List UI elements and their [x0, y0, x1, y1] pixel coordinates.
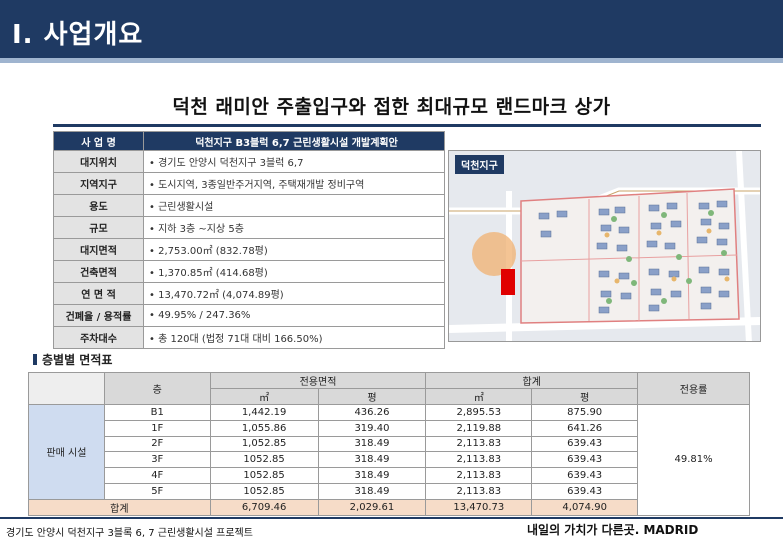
header-total: 합계	[425, 372, 639, 389]
slide-page: Ⅰ. 사업개요 덕천 래미안 주출입구와 접한 최대규모 랜드마크 상가 사 업…	[0, 0, 783, 541]
tot-py-cell: 639.43	[531, 482, 639, 500]
map-tag: 덕천지구	[455, 155, 504, 174]
tot-py-cell: 639.43	[531, 467, 639, 484]
ex-py-cell: 318.49	[317, 467, 427, 484]
info-head-row: 사 업 명 덕천지구 B3블럭 6,7 근린생활시설 개발계획안	[53, 131, 445, 151]
info-label: 용도	[53, 194, 144, 217]
area-section-title: 층별별 면적표	[33, 351, 112, 368]
total-label: 합계	[28, 498, 211, 516]
ex-py-cell: 436.26	[317, 404, 427, 421]
info-label: 주차대수	[53, 326, 144, 349]
info-label: 규모	[53, 216, 144, 239]
tot-py-cell: 641.26	[531, 419, 639, 437]
tot-sqm-cell: 2,895.53	[425, 404, 533, 421]
info-value: • 13,470.72㎡ (4,074.89평)	[143, 282, 445, 305]
tot-py-cell: 639.43	[531, 435, 639, 453]
project-info-table: 사 업 명 덕천지구 B3블럭 6,7 근린생활시설 개발계획안 대지위치 • …	[53, 131, 445, 349]
header-exclusive: 전용면적	[209, 372, 427, 389]
group-label: 판매 시설	[28, 404, 105, 500]
ratio-value: 49.81%	[637, 404, 750, 516]
info-row: 대지면적 • 2,753.00㎡ (832.78평)	[53, 238, 445, 261]
info-value: • 2,753.00㎡ (832.78평)	[143, 238, 445, 261]
tot-sqm-cell: 2,113.83	[425, 467, 533, 484]
header-sqm: ㎡	[209, 388, 319, 405]
ex-sqm-cell: 1,055.86	[209, 419, 319, 437]
header-sqm: ㎡	[425, 388, 533, 405]
info-row: 주차대수 • 총 120대 (법정 71대 대비 166.50%)	[53, 326, 445, 349]
floor-cell: 2F	[103, 435, 211, 453]
info-row: 건폐율 / 용적률 • 49.95% / 247.36%	[53, 304, 445, 327]
table-row: 판매 시설 B1 1,442.19 436.26 2,895.53 875.90…	[28, 404, 750, 516]
floor-cell: 4F	[103, 467, 211, 484]
floor-area-table: 층 전용면적 합계 전용률 ㎡ 평 ㎡ 평 판매 시설 B1 1,442.19 …	[28, 372, 750, 516]
section-bullet	[33, 354, 37, 365]
info-row: 건축면적 • 1,370.85㎡ (414.68평)	[53, 260, 445, 283]
ex-py-cell: 319.40	[317, 419, 427, 437]
ex-py-cell: 318.49	[317, 435, 427, 453]
ex-sqm-cell: 1052.85	[209, 482, 319, 500]
info-value: • 도시지역, 3종일반주거지역, 주택재개발 정비구역	[143, 172, 445, 195]
header-pyeong: 평	[531, 388, 639, 405]
tot-py-cell: 875.90	[531, 404, 639, 421]
tot-py-cell: 639.43	[531, 451, 639, 469]
headline-rule	[53, 124, 761, 127]
tot-sqm-cell: 2,119.88	[425, 419, 533, 437]
ex-sqm-cell: 1,442.19	[209, 404, 319, 421]
tot-sqm-cell: 2,113.83	[425, 435, 533, 453]
area-header-row: 층 전용면적 합계 전용률	[28, 372, 750, 405]
header-rule	[0, 58, 783, 63]
header-blank	[28, 372, 105, 405]
info-label: 사 업 명	[53, 131, 144, 151]
info-label: 건축면적	[53, 260, 144, 283]
headline: 덕천 래미안 주출입구와 접한 최대규모 랜드마크 상가	[172, 96, 611, 118]
site-plan-graphic	[449, 151, 760, 341]
project-site-marker	[501, 269, 515, 295]
ex-py-cell: 318.49	[317, 451, 427, 469]
info-value: 덕천지구 B3블럭 6,7 근린생활시설 개발계획안	[143, 131, 445, 151]
total-ex-py: 2,029.61	[317, 498, 427, 516]
ex-py-cell: 318.49	[317, 482, 427, 500]
info-row: 대지위치 • 경기도 안양시 덕천지구 3블럭 6,7	[53, 150, 445, 173]
total-tot-py: 4,074.90	[531, 498, 639, 516]
floor-cell: B1	[103, 404, 211, 421]
header-pyeong: 평	[317, 388, 427, 405]
section-title: Ⅰ. 사업개요	[12, 20, 144, 50]
total-tot-sqm: 13,470.73	[425, 498, 533, 516]
info-value: • 경기도 안양시 덕천지구 3블럭 6,7	[143, 150, 445, 173]
floor-cell: 5F	[103, 482, 211, 500]
info-label: 지역지구	[53, 172, 144, 195]
footer-project-name: 경기도 안양시 덕천지구 3블록 6, 7 근린생활시설 프로젝트	[6, 528, 253, 539]
header-floor: 층	[103, 372, 211, 405]
info-value: • 지하 3층 ~지상 5층	[143, 216, 445, 239]
floor-cell: 3F	[103, 451, 211, 469]
header-band: Ⅰ. 사업개요	[0, 0, 783, 58]
info-label: 연 면 적	[53, 282, 144, 305]
info-label: 대지위치	[53, 150, 144, 173]
site-map: 덕천지구	[448, 150, 761, 342]
ex-sqm-cell: 1052.85	[209, 451, 319, 469]
info-value: • 총 120대 (법정 71대 대비 166.50%)	[143, 326, 445, 349]
info-row: 용도 • 근린생활시설	[53, 194, 445, 217]
info-row: 연 면 적 • 13,470.72㎡ (4,074.89평)	[53, 282, 445, 305]
info-label: 대지면적	[53, 238, 144, 261]
footer-rule	[0, 517, 783, 519]
header-ratio: 전용률	[637, 372, 750, 405]
tot-sqm-cell: 2,113.83	[425, 482, 533, 500]
ex-sqm-cell: 1052.85	[209, 467, 319, 484]
total-ex-sqm: 6,709.46	[209, 498, 319, 516]
info-row: 규모 • 지하 3층 ~지상 5층	[53, 216, 445, 239]
area-section-title-text: 층별별 면적표	[42, 353, 113, 367]
tot-sqm-cell: 2,113.83	[425, 451, 533, 469]
info-value: • 근린생활시설	[143, 194, 445, 217]
info-row: 지역지구 • 도시지역, 3종일반주거지역, 주택재개발 정비구역	[53, 172, 445, 195]
floor-cell: 1F	[103, 419, 211, 437]
info-value: • 1,370.85㎡ (414.68평)	[143, 260, 445, 283]
ex-sqm-cell: 1,052.85	[209, 435, 319, 453]
footer-slogan: 내일의 가치가 다른곳. MADRID	[527, 523, 699, 537]
info-value: • 49.95% / 247.36%	[143, 304, 445, 327]
info-label: 건폐율 / 용적률	[53, 304, 144, 327]
